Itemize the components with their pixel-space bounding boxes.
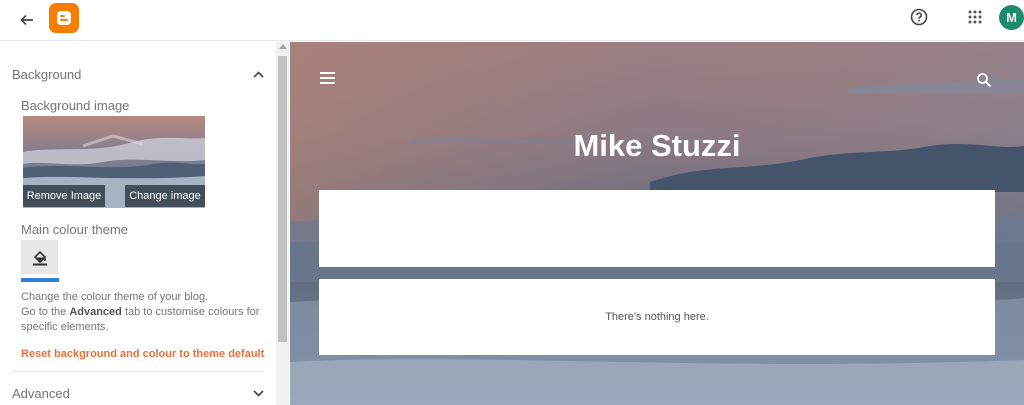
blog-title[interactable]: Mike Stuzzi: [290, 128, 1024, 164]
top-bar: M: [0, 0, 1024, 41]
chevron-up-icon: [252, 68, 264, 80]
background-image-label: Background image: [21, 98, 130, 113]
section-divider: [12, 371, 264, 372]
blog-card-header-widget: [319, 190, 995, 267]
avatar[interactable]: M: [999, 5, 1024, 30]
blog-preview: Mike Stuzzi There's nothing here.: [290, 42, 1024, 405]
apps-grid-icon[interactable]: [962, 4, 988, 30]
selected-theme-indicator: [21, 278, 59, 282]
change-image-button[interactable]: Change image: [125, 185, 205, 207]
paint-bucket-icon: [32, 250, 47, 266]
background-section-header[interactable]: Background: [12, 64, 264, 84]
colour-theme-description: Change the colour theme of your blog. Go…: [21, 290, 271, 335]
description-prefix: Go to the: [21, 306, 70, 318]
remove-image-button[interactable]: Remove Image: [23, 185, 105, 207]
main-colour-theme-label: Main colour theme: [21, 222, 128, 237]
empty-posts-message: There's nothing here.: [605, 311, 709, 323]
back-arrow-icon[interactable]: [14, 7, 40, 33]
advanced-section-title: Advanced: [12, 385, 70, 401]
background-section-title: Background: [12, 66, 82, 82]
sidebar-scrollbar-thumb[interactable]: [278, 56, 287, 342]
blogger-logo-icon[interactable]: [49, 3, 79, 33]
theme-sidebar: Background Background image Remove Image…: [0, 42, 289, 405]
description-advanced-bold: Advanced: [69, 306, 122, 318]
reset-theme-link[interactable]: Reset background and colour to theme def…: [21, 348, 264, 360]
hamburger-menu-icon[interactable]: [320, 71, 338, 85]
description-line1: Change the colour theme of your blog.: [21, 291, 209, 303]
colour-theme-swatch[interactable]: [21, 240, 58, 274]
advanced-section-header[interactable]: Advanced: [12, 383, 264, 403]
blog-posts-card: There's nothing here.: [319, 279, 995, 355]
scroll-up-arrow-icon[interactable]: [279, 44, 287, 49]
chevron-down-icon: [252, 387, 264, 399]
search-icon[interactable]: [976, 72, 992, 88]
help-icon[interactable]: [906, 4, 932, 30]
